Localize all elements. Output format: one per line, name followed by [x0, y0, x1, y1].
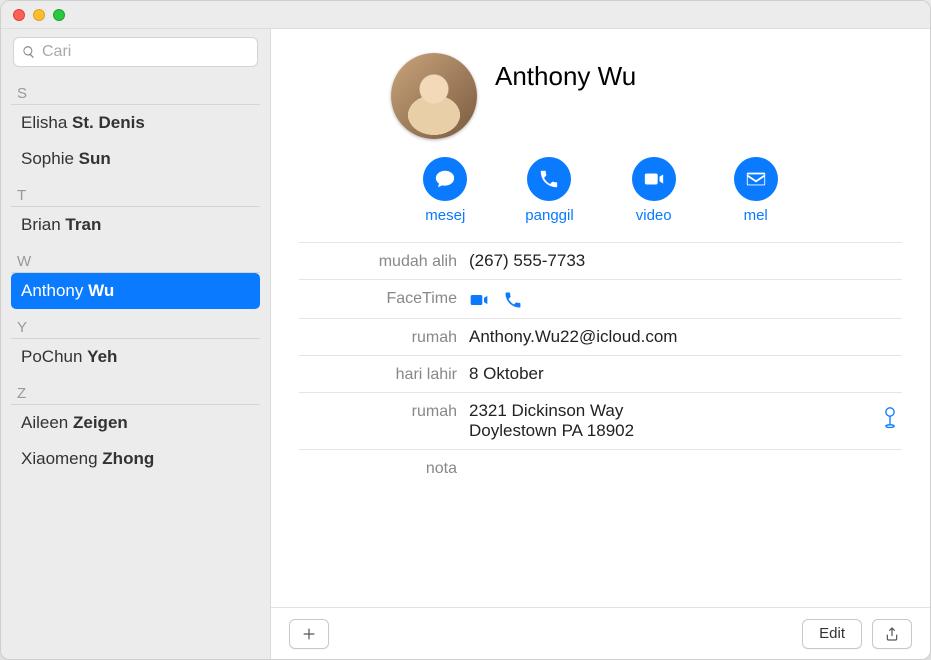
add-button[interactable]	[289, 619, 329, 649]
contacts-window: S Elisha St. Denis Sophie Sun T Brian Tr…	[0, 0, 931, 660]
contact-fields: mudah alih (267) 555-7733 FaceTime rumah…	[271, 242, 930, 486]
contact-first: Brian	[21, 215, 61, 234]
phone-icon	[527, 157, 571, 201]
minimize-window-button[interactable]	[33, 9, 45, 21]
bottom-toolbar: Edit	[271, 607, 930, 659]
mail-icon	[734, 157, 778, 201]
section-header: Z	[11, 379, 260, 405]
contacts-list[interactable]: S Elisha St. Denis Sophie Sun T Brian Tr…	[1, 75, 270, 659]
search-field[interactable]	[13, 37, 258, 67]
contact-item[interactable]: Aileen Zeigen	[11, 405, 260, 441]
share-button[interactable]	[872, 619, 912, 649]
field-birthday: hari lahir 8 Oktober	[299, 355, 902, 392]
address-line1: 2321 Dickinson Way	[469, 401, 902, 421]
action-label: mesej	[425, 207, 465, 224]
detail-header: Anthony Wu	[271, 29, 930, 151]
edit-button[interactable]: Edit	[802, 619, 862, 649]
field-label: nota	[299, 458, 469, 478]
video-icon	[632, 157, 676, 201]
sidebar: S Elisha St. Denis Sophie Sun T Brian Tr…	[1, 29, 271, 659]
action-label: video	[636, 207, 672, 224]
section-header: Y	[11, 313, 260, 339]
message-action[interactable]: mesej	[423, 157, 467, 224]
search-icon	[22, 45, 36, 59]
field-value[interactable]: Anthony.Wu22@icloud.com	[469, 327, 902, 347]
field-facetime: FaceTime	[299, 279, 902, 318]
action-label: mel	[744, 207, 768, 224]
action-label: panggil	[525, 207, 573, 224]
contact-first: Aileen	[21, 413, 68, 432]
mail-action[interactable]: mel	[734, 157, 778, 224]
facetime-video-icon[interactable]	[469, 290, 489, 310]
contact-last: Sun	[79, 149, 111, 168]
field-value[interactable]: 2321 Dickinson Way Doylestown PA 18902	[469, 401, 902, 441]
contact-item[interactable]: Sophie Sun	[11, 141, 260, 177]
contact-first: Xiaomeng	[21, 449, 98, 468]
section-header: S	[11, 79, 260, 105]
window-controls	[13, 9, 65, 21]
contact-last: Tran	[65, 215, 101, 234]
titlebar	[1, 1, 930, 29]
search-input[interactable]	[42, 43, 249, 61]
contact-item[interactable]: Xiaomeng Zhong	[11, 441, 260, 477]
field-value	[469, 288, 902, 310]
contact-last: St. Denis	[72, 113, 145, 132]
contact-item[interactable]: PoChun Yeh	[11, 339, 260, 375]
contact-name: Anthony Wu	[495, 53, 636, 92]
field-label: rumah	[299, 401, 469, 421]
contact-detail: Anthony Wu mesej panggil	[271, 29, 930, 659]
field-address: rumah 2321 Dickinson Way Doylestown PA 1…	[299, 392, 902, 449]
contact-last: Wu	[88, 281, 114, 300]
call-action[interactable]: panggil	[525, 157, 573, 224]
quick-actions: mesej panggil video	[271, 151, 930, 242]
contact-first: Sophie	[21, 149, 74, 168]
message-icon	[423, 157, 467, 201]
field-label: rumah	[299, 327, 469, 347]
map-pin-icon[interactable]	[880, 405, 900, 434]
contact-item[interactable]: Brian Tran	[11, 207, 260, 243]
avatar[interactable]	[391, 53, 477, 139]
video-action[interactable]: video	[632, 157, 676, 224]
contact-item-selected[interactable]: Anthony Wu	[11, 273, 260, 309]
contact-last: Yeh	[87, 347, 117, 366]
field-mobile: mudah alih (267) 555-7733	[299, 242, 902, 279]
close-window-button[interactable]	[13, 9, 25, 21]
contact-item[interactable]: Elisha St. Denis	[11, 105, 260, 141]
contact-first: Anthony	[21, 281, 83, 300]
field-label: mudah alih	[299, 251, 469, 271]
contact-last: Zeigen	[73, 413, 128, 432]
contact-last: Zhong	[102, 449, 154, 468]
section-header: W	[11, 247, 260, 273]
field-label: hari lahir	[299, 364, 469, 384]
address-line2: Doylestown PA 18902	[469, 421, 902, 441]
window-body: S Elisha St. Denis Sophie Sun T Brian Tr…	[1, 29, 930, 659]
field-note: nota	[299, 449, 902, 486]
field-value: 8 Oktober	[469, 364, 902, 384]
field-value[interactable]: (267) 555-7733	[469, 251, 902, 271]
section-header: T	[11, 181, 260, 207]
search-container	[1, 29, 270, 75]
field-email: rumah Anthony.Wu22@icloud.com	[299, 318, 902, 355]
fullscreen-window-button[interactable]	[53, 9, 65, 21]
facetime-audio-icon[interactable]	[503, 290, 523, 310]
contact-first: PoChun	[21, 347, 82, 366]
field-label: FaceTime	[299, 288, 469, 308]
contact-first: Elisha	[21, 113, 67, 132]
